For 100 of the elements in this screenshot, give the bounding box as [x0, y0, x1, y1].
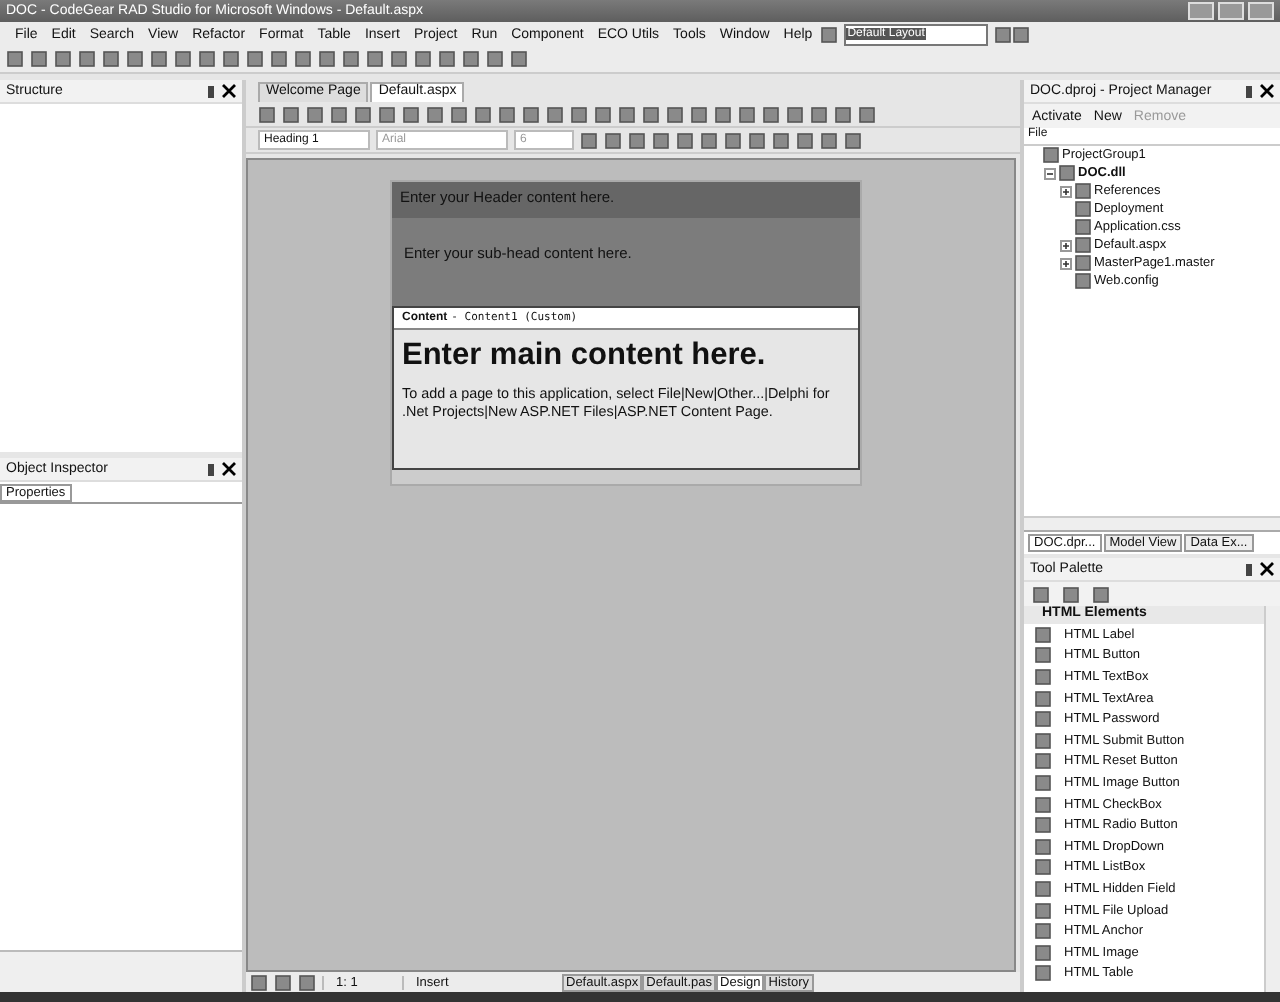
- square-icon[interactable]: [1034, 710, 1052, 729]
- square-icon[interactable]: [390, 50, 408, 68]
- square-icon[interactable]: [414, 50, 432, 68]
- square-icon[interactable]: [462, 50, 480, 68]
- square-icon[interactable]: [819, 25, 838, 43]
- square-icon[interactable]: [282, 105, 300, 123]
- pin-icon[interactable]: [1246, 563, 1252, 575]
- square-icon[interactable]: [1034, 667, 1052, 686]
- square-icon[interactable]: [306, 105, 324, 123]
- square-icon[interactable]: [78, 50, 96, 68]
- square-icon[interactable]: [1074, 200, 1092, 218]
- scroll-bar[interactable]: [1024, 516, 1280, 530]
- square-icon[interactable]: [628, 131, 646, 149]
- minus-icon[interactable]: [1044, 167, 1056, 179]
- square-icon[interactable]: [102, 50, 120, 68]
- square-icon[interactable]: [1034, 773, 1052, 792]
- square-icon[interactable]: [30, 50, 48, 68]
- square-icon[interactable]: [1034, 816, 1052, 835]
- square-icon[interactable]: [1092, 585, 1110, 603]
- square-icon[interactable]: [594, 105, 612, 123]
- square-icon[interactable]: [246, 50, 264, 68]
- square-icon[interactable]: [1034, 795, 1052, 814]
- square-icon[interactable]: [250, 973, 268, 991]
- square-icon[interactable]: [724, 131, 742, 149]
- square-icon[interactable]: [174, 50, 192, 68]
- square-icon[interactable]: [858, 105, 876, 123]
- scroll-bar[interactable]: [1264, 606, 1280, 992]
- square-icon[interactable]: [820, 131, 838, 149]
- square-icon[interactable]: [198, 50, 216, 68]
- square-icon[interactable]: [426, 105, 444, 123]
- square-icon[interactable]: [666, 105, 684, 123]
- square-icon[interactable]: [330, 105, 348, 123]
- square-icon[interactable]: [438, 50, 456, 68]
- square-icon[interactable]: [1034, 964, 1052, 983]
- square-icon[interactable]: [402, 105, 420, 123]
- square-icon[interactable]: [270, 50, 288, 68]
- square-icon[interactable]: [1058, 164, 1076, 182]
- square-icon[interactable]: [1034, 879, 1052, 898]
- plus-icon[interactable]: [1060, 185, 1072, 197]
- square-icon[interactable]: [498, 105, 516, 123]
- square-icon[interactable]: [714, 105, 732, 123]
- square-icon[interactable]: [1034, 752, 1052, 771]
- square-icon[interactable]: [274, 973, 292, 991]
- square-icon[interactable]: [150, 50, 168, 68]
- square-icon[interactable]: [1034, 689, 1052, 708]
- square-icon[interactable]: [772, 131, 790, 149]
- square-icon[interactable]: [1074, 182, 1092, 200]
- close-icon[interactable]: [1260, 562, 1274, 576]
- pin-icon[interactable]: [208, 85, 214, 97]
- square-icon[interactable]: [1034, 837, 1052, 856]
- square-icon[interactable]: [222, 50, 240, 68]
- square-icon[interactable]: [342, 50, 360, 68]
- square-icon[interactable]: [1074, 272, 1092, 290]
- square-icon[interactable]: [700, 131, 718, 149]
- square-icon[interactable]: [126, 50, 144, 68]
- square-icon[interactable]: [6, 50, 24, 68]
- square-icon[interactable]: [690, 105, 708, 123]
- square-icon[interactable]: [786, 105, 804, 123]
- square-icon[interactable]: [748, 131, 766, 149]
- square-icon[interactable]: [450, 105, 468, 123]
- close-icon[interactable]: [222, 84, 236, 98]
- square-icon[interactable]: [1062, 585, 1080, 603]
- square-icon[interactable]: [738, 105, 756, 123]
- square-icon[interactable]: [1034, 943, 1052, 962]
- square-icon[interactable]: [294, 50, 312, 68]
- square-icon[interactable]: [474, 105, 492, 123]
- square-icon[interactable]: [570, 105, 588, 123]
- square-icon[interactable]: [1074, 254, 1092, 272]
- plus-icon[interactable]: [1060, 239, 1072, 251]
- square-icon[interactable]: [652, 131, 670, 149]
- square-icon[interactable]: [1011, 25, 1030, 43]
- square-icon[interactable]: [1034, 625, 1052, 644]
- square-icon[interactable]: [844, 131, 862, 149]
- square-icon[interactable]: [676, 131, 694, 149]
- square-icon[interactable]: [580, 131, 598, 149]
- square-icon[interactable]: [486, 50, 504, 68]
- square-icon[interactable]: [1042, 146, 1060, 164]
- square-icon[interactable]: [354, 105, 372, 123]
- close-icon[interactable]: [222, 462, 236, 476]
- square-icon[interactable]: [1034, 858, 1052, 877]
- square-icon[interactable]: [1034, 922, 1052, 941]
- square-icon[interactable]: [1032, 585, 1050, 603]
- square-icon[interactable]: [298, 973, 316, 991]
- close-icon[interactable]: [1260, 84, 1274, 98]
- square-icon[interactable]: [366, 50, 384, 68]
- square-icon[interactable]: [810, 105, 828, 123]
- square-icon[interactable]: [604, 131, 622, 149]
- square-icon[interactable]: [1074, 218, 1092, 236]
- square-icon[interactable]: [1034, 901, 1052, 920]
- pin-icon[interactable]: [1246, 85, 1252, 97]
- square-icon[interactable]: [546, 105, 564, 123]
- square-icon[interactable]: [993, 25, 1012, 43]
- square-icon[interactable]: [510, 50, 528, 68]
- square-icon[interactable]: [1034, 646, 1052, 665]
- square-icon[interactable]: [796, 131, 814, 149]
- square-icon[interactable]: [378, 105, 396, 123]
- square-icon[interactable]: [1074, 236, 1092, 254]
- plus-icon[interactable]: [1060, 257, 1072, 269]
- square-icon[interactable]: [834, 105, 852, 123]
- square-icon[interactable]: [642, 105, 660, 123]
